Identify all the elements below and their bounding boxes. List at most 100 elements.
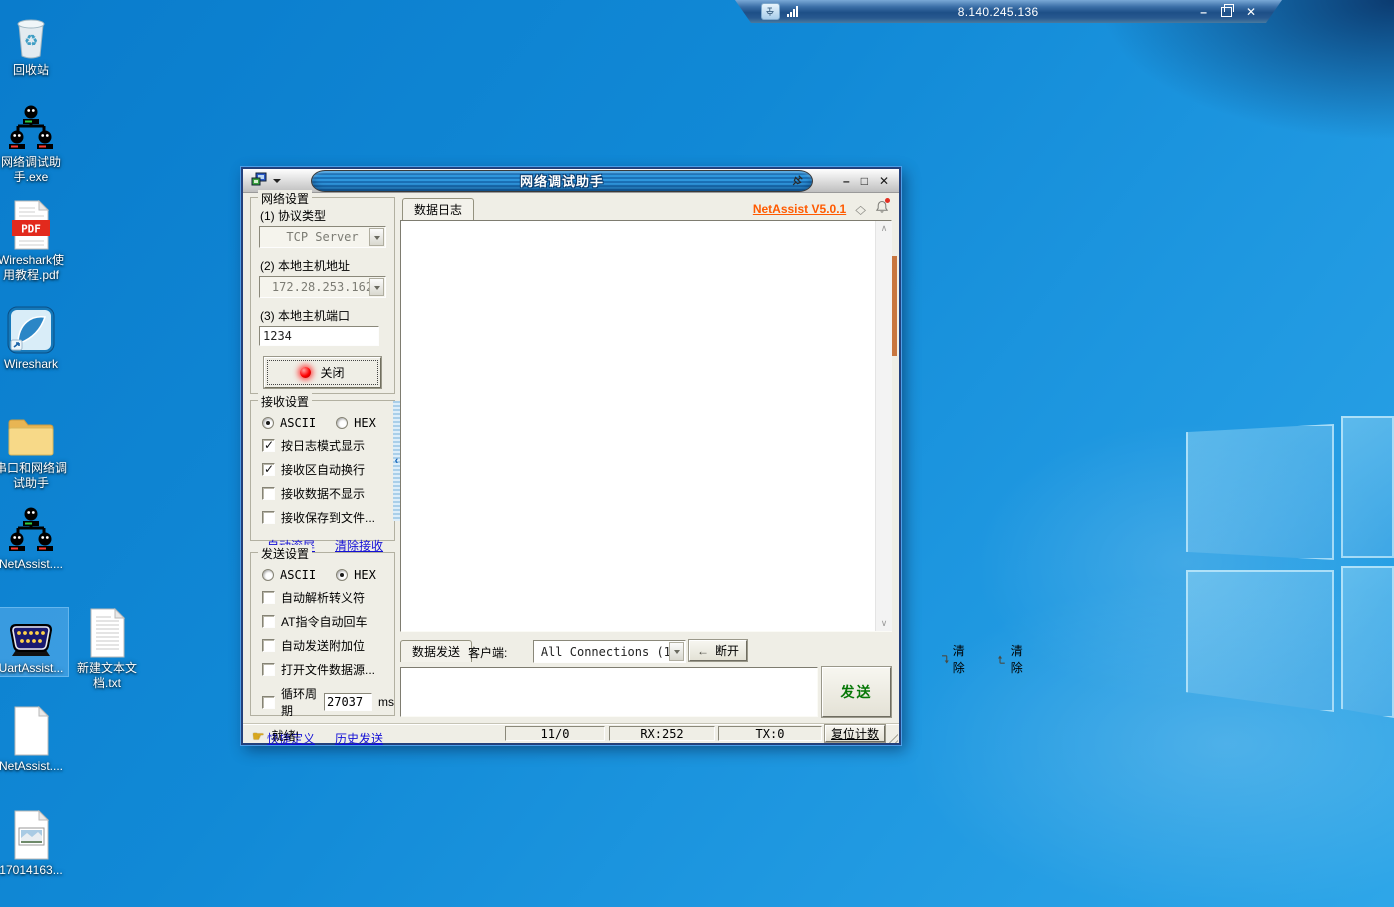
- send-button[interactable]: 发送: [822, 667, 891, 717]
- logo-pane-bottom-left: [1186, 570, 1334, 712]
- titlebar-skin: 网络调试助手: [311, 170, 813, 192]
- desktop-icon-wireshark[interactable]: Wireshark: [0, 304, 68, 372]
- signal-strength-icon: [787, 6, 798, 17]
- receive-settings-group: 接收设置 ASCII HEX 按日志模式显示 接收区自动换行 接收数据不显示 接…: [250, 400, 395, 541]
- maximize-button[interactable]: □: [861, 175, 868, 187]
- desktop-icon-label: Wireshark: [0, 357, 68, 372]
- desktop-icon-serial-folder[interactable]: 串口和网络调试助手: [0, 408, 68, 491]
- desktop-icon-netassist-exe[interactable]: 网络调试助手.exe: [0, 102, 68, 185]
- rdp-connection-bar[interactable]: 8.140.245.136 – ✕: [735, 0, 1282, 23]
- scroll-down-icon[interactable]: ∨: [876, 616, 892, 631]
- auto-append-checkbox[interactable]: [262, 639, 275, 652]
- network-settings-group: 网络设置 (1) 协议类型 TCP Server (2) 本地主机地址 172.…: [250, 197, 395, 394]
- netassist-app-icon: [0, 102, 68, 152]
- wireshark-app-icon: [0, 304, 68, 354]
- diamond-icon[interactable]: ◇: [855, 203, 866, 215]
- image-file-icon: [0, 810, 68, 860]
- minimize-button[interactable]: –: [843, 175, 850, 187]
- group-title: 网络设置: [258, 190, 312, 207]
- cycle-period-input[interactable]: [324, 693, 372, 711]
- log-mode-checkbox[interactable]: [262, 439, 275, 452]
- pdf-file-icon: PDF: [0, 200, 68, 250]
- scroll-up-icon[interactable]: ∧: [876, 221, 892, 236]
- netassist-window: 网络调试助手 – □ ✕ 网络设置 (1) 协议类型 TCP Server (2…: [241, 167, 901, 745]
- logo-pane-top-right: [1341, 416, 1394, 558]
- rdp-minimize-button[interactable]: –: [1200, 6, 1207, 18]
- send-area: 发送: [400, 667, 892, 719]
- server-close-button[interactable]: 关闭: [264, 357, 381, 388]
- save-to-file-checkbox[interactable]: [262, 511, 275, 524]
- desktop-icon-netassist-3[interactable]: NetAssist....: [0, 706, 68, 774]
- local-host-address-label: (2) 本地主机地址: [260, 257, 394, 274]
- rdp-address: 8.140.245.136: [806, 5, 1190, 19]
- send-input[interactable]: [400, 667, 818, 717]
- send-settings-group: 发送设置 ASCII HEX 自动解析转义符 AT指令自动回车 自动发送附加位 …: [250, 552, 395, 716]
- local-host-address-select[interactable]: 172.28.253.162: [259, 276, 386, 298]
- escape-parse-checkbox[interactable]: [262, 591, 275, 604]
- dropdown-arrow-icon[interactable]: [369, 278, 384, 296]
- client-select[interactable]: All Connections (1): [533, 640, 686, 663]
- group-title: 发送设置: [258, 545, 312, 562]
- notification-dot: [885, 198, 890, 203]
- rdp-close-button[interactable]: ✕: [1246, 6, 1256, 18]
- clear-send-button[interactable]: 清除: [940, 642, 969, 676]
- protocol-type-label: (1) 协议类型: [260, 207, 394, 224]
- recycle-bin-icon: ♻: [0, 10, 68, 60]
- desktop-icon-uartassist[interactable]: UartAssist...: [0, 608, 68, 676]
- auto-wrap-checkbox[interactable]: [262, 463, 275, 476]
- desktop-icon-netassist-2[interactable]: NetAssist....: [0, 504, 68, 572]
- system-menu-dropdown-icon[interactable]: [273, 179, 281, 187]
- collapse-left-icon: ‹: [395, 455, 399, 467]
- file-data-source-checkbox[interactable]: [262, 663, 275, 676]
- ready-hand-icon: ☛: [252, 729, 265, 743]
- log-scrollbar[interactable]: ∧ ∨: [875, 221, 892, 631]
- status-tx-count: TX:0: [718, 726, 822, 741]
- status-ready-text: 就绪!: [272, 727, 299, 744]
- client-label: 客户端:: [468, 644, 507, 661]
- desktop-icon-new-text-file[interactable]: 新建文本文档.txt: [70, 608, 144, 691]
- dropdown-arrow-icon[interactable]: [369, 228, 384, 246]
- cycle-period-checkbox[interactable]: [262, 696, 275, 709]
- desktop-icon-label: Wireshark使用教程.pdf: [0, 253, 68, 283]
- tab-data-send[interactable]: 数据发送: [400, 640, 472, 662]
- text-file-icon: [70, 608, 144, 658]
- rdp-restore-button[interactable]: [1221, 7, 1232, 17]
- clear-receive-arrow-icon: [998, 652, 1007, 667]
- receive-hex-radio[interactable]: [336, 417, 348, 429]
- send-hex-radio[interactable]: [336, 569, 348, 581]
- dropdown-arrow-icon[interactable]: [669, 642, 684, 661]
- send-toolbar: 数据发送 客户端: All Connections (1) ← 断开 清除 清除: [400, 640, 892, 663]
- window-system-menu-icon[interactable]: [251, 172, 267, 189]
- desktop-icon-label: NetAssist....: [0, 557, 68, 572]
- cycle-period-unit: ms: [378, 695, 394, 709]
- desktop-icon-wireshark-pdf[interactable]: PDF Wireshark使用教程.pdf: [0, 200, 68, 283]
- desktop-icon-recycle-bin[interactable]: ♻ 回收站: [0, 10, 68, 78]
- hide-received-checkbox[interactable]: [262, 487, 275, 500]
- folder-icon: [0, 408, 68, 458]
- version-link[interactable]: NetAssist V5.0.1: [753, 202, 846, 216]
- resize-grip[interactable]: [885, 730, 898, 743]
- desktop-icon-label: NetAssist....: [0, 759, 68, 774]
- blank-file-icon: [0, 706, 68, 756]
- close-button[interactable]: ✕: [879, 175, 889, 187]
- window-edge-scroll-accent[interactable]: [892, 256, 897, 356]
- rdp-pin-icon[interactable]: [761, 3, 780, 20]
- window-titlebar[interactable]: 网络调试助手 – □ ✕: [243, 169, 899, 193]
- panel-collapse-splitter[interactable]: ‹: [393, 401, 400, 521]
- reset-count-button[interactable]: 复位计数: [825, 725, 885, 742]
- status-session-count: 11/0: [505, 726, 605, 741]
- data-log-area[interactable]: [400, 220, 892, 632]
- desktop-icon-image-file[interactable]: 17014163...: [0, 810, 68, 878]
- notification-bell-icon[interactable]: [875, 200, 889, 217]
- pin-on-top-icon[interactable]: [790, 174, 804, 191]
- disconnect-button[interactable]: ← 断开: [689, 640, 747, 661]
- local-host-port-input[interactable]: [259, 326, 379, 346]
- tab-data-log[interactable]: 数据日志: [402, 198, 474, 220]
- send-ascii-radio[interactable]: [262, 569, 274, 581]
- desktop-icon-label: 串口和网络调试助手: [0, 461, 68, 491]
- status-rx-count: RX:252: [609, 726, 715, 741]
- receive-ascii-radio[interactable]: [262, 417, 274, 429]
- protocol-type-select[interactable]: TCP Server: [259, 226, 386, 248]
- at-auto-return-checkbox[interactable]: [262, 615, 275, 628]
- clear-receive-button[interactable]: 清除: [998, 642, 1027, 676]
